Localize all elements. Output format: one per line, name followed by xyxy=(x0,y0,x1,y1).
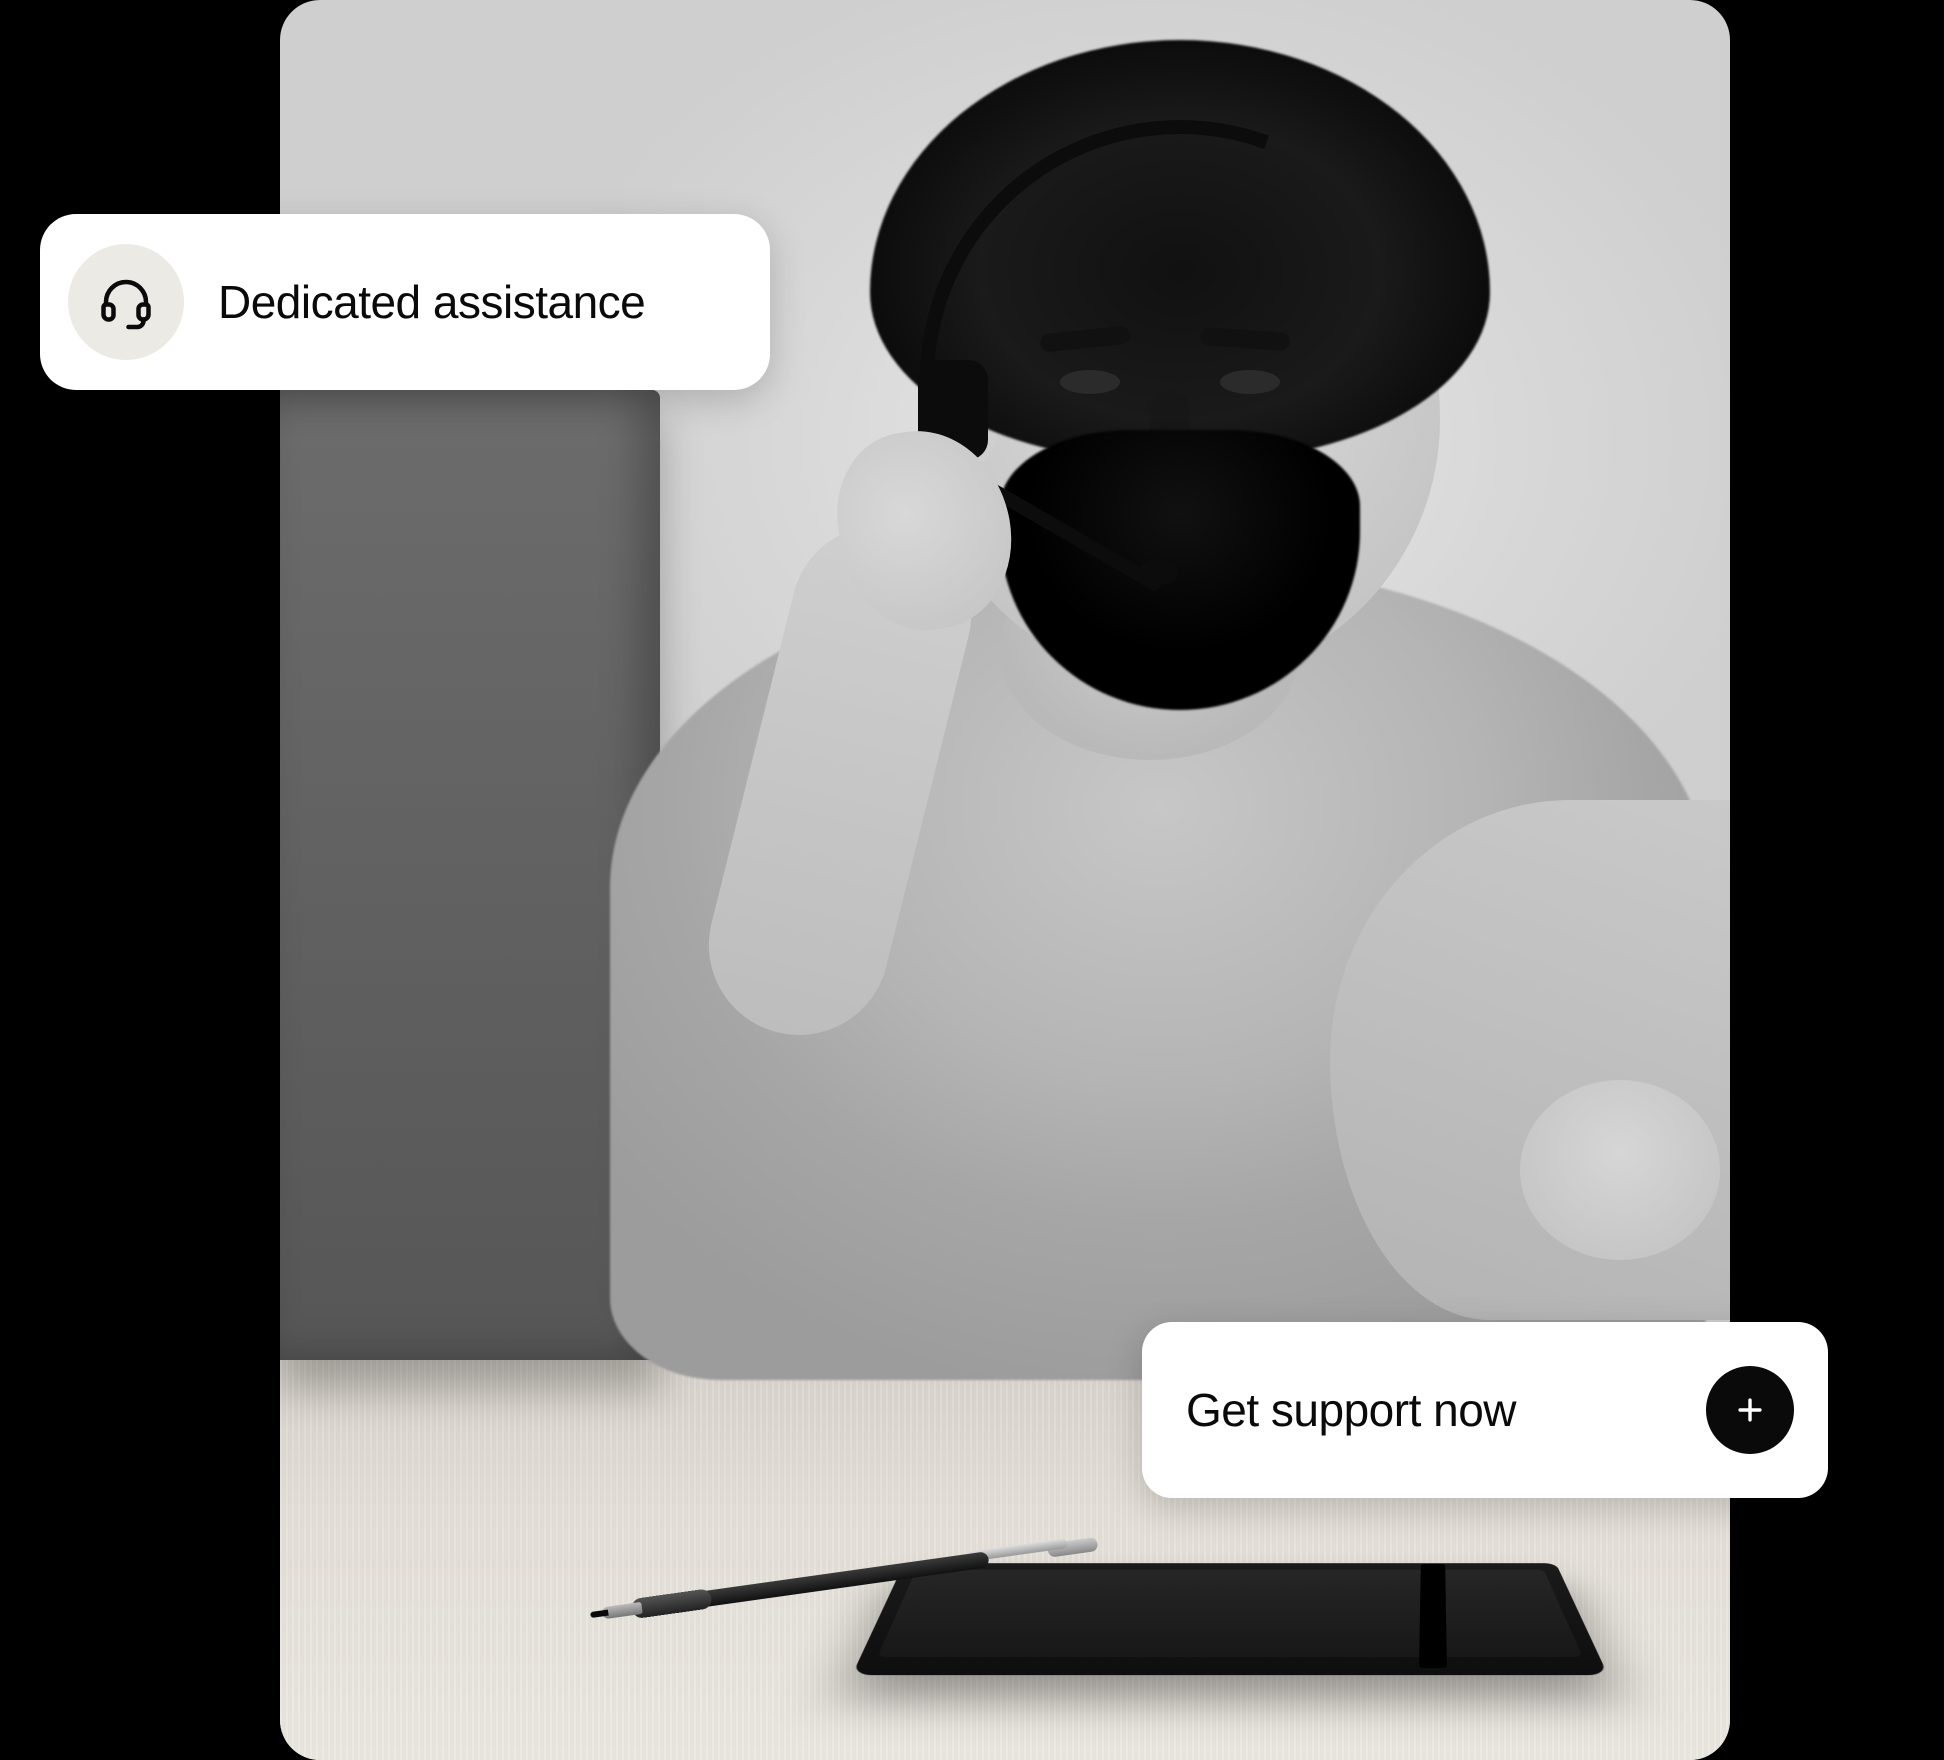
hero-stage: Dedicated assistance Get support now xyxy=(0,0,1944,1760)
monitor-back xyxy=(280,390,660,1360)
plus-icon xyxy=(1733,1393,1767,1427)
dedicated-assistance-label: Dedicated assistance xyxy=(218,275,645,329)
person-eye-right xyxy=(1220,370,1280,394)
get-support-label: Get support now xyxy=(1186,1383,1516,1437)
headset-icon xyxy=(68,244,184,360)
notebook xyxy=(852,1563,1608,1675)
notebook-strap xyxy=(1419,1564,1447,1668)
person-hand-right xyxy=(1520,1080,1720,1260)
dedicated-assistance-badge: Dedicated assistance xyxy=(40,214,770,390)
get-support-plus-button[interactable] xyxy=(1706,1366,1794,1454)
get-support-card[interactable]: Get support now xyxy=(1142,1322,1828,1498)
headset-mic-tip xyxy=(1140,560,1178,584)
